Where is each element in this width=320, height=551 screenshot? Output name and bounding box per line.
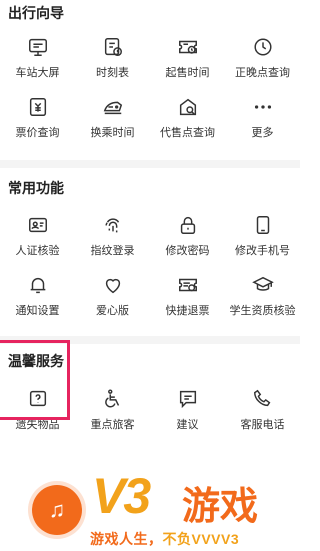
care-services-section: 温馨服务 遗失物品 重点旅客 建议 客服电话	[0, 344, 300, 442]
fingerprint-login-label: 指纹登录	[90, 245, 135, 257]
lock-icon	[180, 216, 195, 234]
customer-service-label: 客服电话	[240, 419, 285, 431]
delay-query-label: 正晚点查询	[235, 67, 290, 79]
refund-icon	[178, 278, 197, 292]
suggestion-label: 建议	[176, 419, 199, 431]
quick-refund-button[interactable]: 快捷退票	[150, 268, 225, 328]
price-icon	[29, 98, 46, 116]
section-divider	[0, 336, 300, 344]
student-verify-button[interactable]: 学生资质核验	[225, 268, 300, 328]
section-title-care-services: 温馨服务	[8, 353, 64, 369]
quick-refund-label: 快捷退票	[165, 305, 210, 317]
id-verify-button[interactable]: 人证核验	[0, 208, 75, 268]
phone-call-icon	[253, 389, 270, 407]
sale-time-button[interactable]: 起售时间	[150, 30, 225, 90]
watermark-slogan-b: 不负VVVV3	[162, 531, 240, 547]
watermark-logo-icon: ♫	[28, 481, 86, 539]
feedback-icon	[179, 390, 196, 409]
timetable-label: 时刻表	[96, 67, 129, 79]
id-card-icon	[28, 217, 47, 233]
watermark-brand-cn: 游戏	[182, 486, 259, 528]
delay-query-button[interactable]: 正晚点查询	[225, 30, 300, 90]
care-version-button[interactable]: 爱心版	[75, 268, 150, 328]
change-phone-label: 修改手机号	[235, 245, 290, 257]
notification-settings-button[interactable]: 通知设置	[0, 268, 75, 328]
watermark-slogan-a: 游戏人生，	[90, 531, 163, 547]
station-screen-label: 车站大屏	[15, 67, 60, 79]
price-query-label: 票价查询	[15, 127, 60, 139]
agency-icon	[179, 98, 196, 116]
travel-guide-section: 出行向导 车站大屏 时刻表 起售时间 正晚点查询 票价查询 换乘时间 代售点查询	[0, 0, 300, 160]
phone-icon	[256, 216, 269, 234]
timetable-button[interactable]: 时刻表	[75, 30, 150, 90]
section-divider	[0, 160, 300, 168]
fingerprint-icon	[104, 218, 119, 233]
id-verify-label: 人证核验	[15, 245, 60, 257]
more-button[interactable]: 更多	[225, 90, 300, 150]
monitor-icon	[28, 38, 47, 56]
notification-settings-label: 通知设置	[15, 305, 60, 317]
sale-time-label: 起售时间	[165, 67, 210, 79]
watermark-overlay: ♫ V3 游戏 游戏人生，不负VVVV3	[0, 455, 300, 551]
transfer-time-button[interactable]: 换乘时间	[75, 90, 150, 150]
lost-items-label: 遗失物品	[15, 419, 60, 431]
watermark-slogan: 游戏人生，不负VVVV3	[90, 529, 239, 549]
bell-icon	[30, 277, 45, 294]
heart-icon	[105, 278, 120, 294]
student-verify-label: 学生资质核验	[229, 305, 296, 317]
station-screen-button[interactable]: 车站大屏	[0, 30, 75, 90]
key-passengers-button[interactable]: 重点旅客	[75, 382, 150, 442]
price-query-button[interactable]: 票价查询	[0, 90, 75, 150]
agency-query-label: 代售点查询	[160, 127, 215, 139]
more-label: 更多	[251, 127, 274, 139]
change-phone-button[interactable]: 修改手机号	[225, 208, 300, 268]
key-passengers-label: 重点旅客	[90, 419, 135, 431]
section-title-common-functions: 常用功能	[8, 180, 64, 196]
watermark-brand: V3	[92, 468, 151, 524]
clock-icon	[253, 38, 272, 56]
customer-service-button[interactable]: 客服电话	[225, 382, 300, 442]
common-functions-section: 常用功能 人证核验 指纹登录 修改密码 修改手机号 通知设置 爱心版 快捷退票	[0, 168, 300, 336]
schedule-icon	[104, 38, 122, 56]
more-icon	[254, 105, 271, 109]
fingerprint-login-button[interactable]: 指纹登录	[75, 208, 150, 268]
care-version-label: 爱心版	[96, 305, 129, 317]
change-password-button[interactable]: 修改密码	[150, 208, 225, 268]
ticket-clock-icon	[178, 40, 197, 54]
graduation-cap-icon	[251, 276, 274, 291]
train-icon	[103, 101, 122, 115]
section-title-travel-guide: 出行向导	[8, 5, 64, 21]
suggestion-button[interactable]: 建议	[150, 382, 225, 442]
agency-query-button[interactable]: 代售点查询	[150, 90, 225, 150]
lost-items-button[interactable]: 遗失物品	[0, 382, 75, 442]
wheelchair-icon	[104, 389, 119, 408]
change-password-label: 修改密码	[165, 245, 210, 257]
lost-item-icon	[29, 390, 46, 407]
transfer-time-label: 换乘时间	[90, 127, 135, 139]
